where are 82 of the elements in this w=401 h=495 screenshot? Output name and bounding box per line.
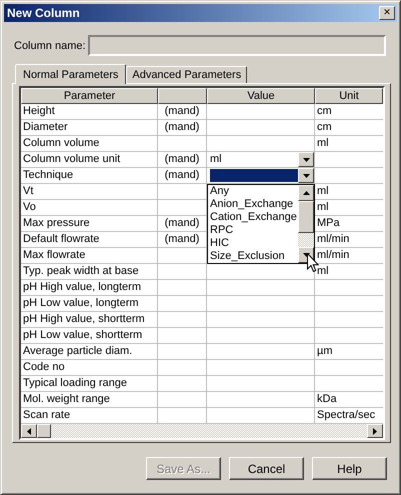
- scroll-thumb[interactable]: [37, 424, 51, 438]
- table-cell: [158, 296, 207, 312]
- table-cell: ml: [315, 136, 383, 152]
- caret-icon: [302, 174, 310, 178]
- table-cell: ml: [315, 264, 383, 280]
- table-cell: Max pressure: [21, 216, 158, 232]
- table-cell: kDa: [315, 392, 383, 408]
- list-item[interactable]: HIC: [210, 237, 298, 250]
- field-label: Column name:: [14, 40, 86, 52]
- table-cell: Typical loading range: [21, 376, 158, 392]
- scroll-up-button[interactable]: [298, 185, 314, 201]
- table-cell: Default flowrate: [21, 232, 158, 248]
- column-header[interactable]: Parameter: [21, 88, 158, 104]
- table-cell: Vo: [21, 200, 158, 216]
- left-arrow-icon: [27, 428, 31, 434]
- table-cell: [158, 184, 207, 200]
- table-cell: MPa: [315, 216, 383, 232]
- table-cell: Diameter: [21, 120, 158, 136]
- scroll-thumb[interactable]: [298, 201, 314, 233]
- dropdown-field[interactable]: ml: [207, 152, 298, 167]
- table-cell: pH High value, shortterm: [21, 312, 158, 328]
- table-cell: [158, 312, 207, 328]
- list-item[interactable]: Cation_Exchange: [210, 211, 298, 224]
- table-cell: ml: [315, 184, 383, 200]
- blank-column-header[interactable]: [158, 88, 207, 104]
- table-cell: Mol. weight range: [21, 392, 158, 408]
- dropdown-field[interactable]: [210, 169, 298, 182]
- window-title: New Column: [7, 6, 80, 20]
- up-arrow-icon: [302, 191, 310, 195]
- table-cell: [158, 328, 207, 344]
- table-cell: [158, 344, 207, 360]
- table-cell: pH High value, longterm: [21, 280, 158, 296]
- table-cell: [158, 280, 207, 296]
- table-cell: Vt: [21, 184, 158, 200]
- table-cell: [158, 248, 207, 264]
- dialog-button[interactable]: Help: [312, 457, 387, 480]
- table-cell: (mand): [158, 120, 207, 136]
- list-item[interactable]: Size_Exclusion: [210, 250, 298, 263]
- table-cell: Column volume: [21, 136, 158, 152]
- table-cell: [158, 392, 207, 408]
- list-item[interactable]: RPC: [210, 224, 298, 237]
- table-cell: Typ. peak width at base: [21, 264, 158, 280]
- table-cell: ml: [315, 200, 383, 216]
- table-cell: pH Low value, shortterm: [21, 328, 158, 344]
- table-cell: cm: [315, 120, 383, 136]
- table-cell: (mand): [158, 216, 207, 232]
- table-cell: [158, 376, 207, 392]
- column-header[interactable]: Value: [207, 88, 315, 104]
- dropdown-button[interactable]: [298, 168, 314, 183]
- input-field[interactable]: [88, 35, 386, 56]
- table-cell: [158, 200, 207, 216]
- right-arrow-icon: [373, 428, 377, 434]
- table-cell: ml/min: [315, 232, 383, 248]
- tab[interactable]: Normal Parameters: [15, 64, 126, 84]
- table-cell: (mand): [158, 152, 207, 168]
- table-cell: Max flowrate: [21, 248, 158, 264]
- table-cell: Height: [21, 104, 158, 120]
- list-item[interactable]: Any: [210, 185, 298, 198]
- table-cell: Column volume unit: [21, 152, 158, 168]
- table-cell: cm: [315, 104, 383, 120]
- scroll-track[interactable]: [298, 233, 314, 247]
- table-cell: Code no: [21, 360, 158, 376]
- table-cell: ml/min: [315, 248, 383, 264]
- scroll-right-button[interactable]: [367, 424, 383, 438]
- table-cell: (mand): [158, 104, 207, 120]
- table-cell: pH Low value, longterm: [21, 296, 158, 312]
- tab[interactable]: Advanced Parameters: [126, 66, 248, 83]
- table-cell: µm: [315, 344, 383, 360]
- table-cell: Technique: [21, 168, 158, 184]
- table-cell: [158, 360, 207, 376]
- scroll-left-button[interactable]: [21, 424, 37, 438]
- list-item[interactable]: Anion_Exchange: [210, 198, 298, 211]
- dialog-button[interactable]: Cancel: [229, 457, 304, 480]
- close-button[interactable]: ✕: [379, 6, 395, 20]
- table-cell: (mand): [158, 232, 207, 248]
- table-cell: [158, 136, 207, 152]
- table-cell: Average particle diam.: [21, 344, 158, 360]
- table-cell: (mand): [158, 168, 207, 184]
- dropdown-button[interactable]: [298, 152, 314, 167]
- caret-icon: [302, 158, 310, 162]
- table-cell: [158, 264, 207, 280]
- column-header[interactable]: Unit: [315, 88, 383, 104]
